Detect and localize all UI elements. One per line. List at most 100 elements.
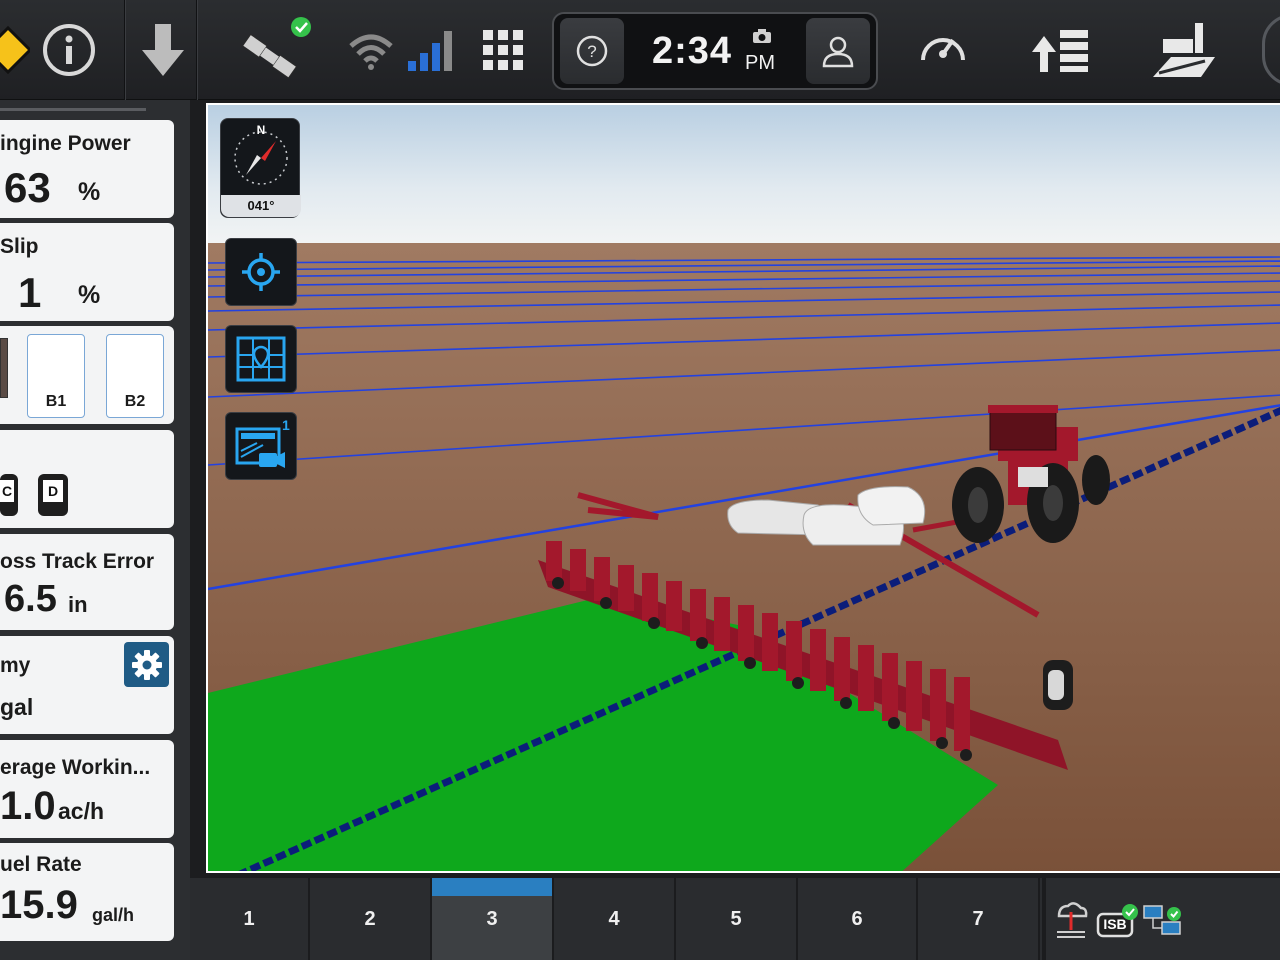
overflow-button[interactable] <box>1262 14 1280 86</box>
counter-c-icon[interactable]: C <box>0 474 18 516</box>
info-icon <box>43 24 95 76</box>
warning-button[interactable] <box>0 0 30 100</box>
top-bar: ? 2:34 PM <box>0 0 1280 100</box>
tab-page-3-label: 3 <box>486 907 498 930</box>
cell-signal-icon <box>408 31 452 71</box>
page-tab-bar: 1 2 3 4 5 6 7 ISB <box>190 878 1280 960</box>
engine-power-tile[interactable]: ingine Power 63 % <box>0 120 174 218</box>
slip-unit: % <box>78 281 101 309</box>
average-working-rate-tile[interactable]: erage Workin... 1.0 ac/h <box>0 740 174 838</box>
active-tab-indicator <box>432 878 552 896</box>
gps-status-button[interactable] <box>228 0 314 100</box>
engine-power-title: ingine Power <box>0 132 131 155</box>
fuel-rate-value: 15.9 <box>0 883 78 927</box>
tab-page-4[interactable]: 4 <box>554 878 676 960</box>
camera-icon[interactable] <box>752 28 772 44</box>
section-b2-button[interactable]: B2 <box>106 334 164 418</box>
economy-value: gal <box>0 694 34 720</box>
svg-text:?: ? <box>587 42 596 61</box>
compass-heading: 041° <box>221 195 301 217</box>
tab-page-2-label: 2 <box>364 907 376 930</box>
counter-c-label: C <box>0 480 14 502</box>
gauge-icon <box>921 38 965 61</box>
counter-tile: C D <box>0 430 174 528</box>
section-b2-label: B2 <box>124 393 146 410</box>
cross-track-value: 6.5 <box>4 578 57 620</box>
user-button[interactable] <box>806 18 870 84</box>
wifi-status[interactable] <box>344 0 398 100</box>
cross-track-error-tile[interactable]: oss Track Error 6.5 in <box>0 534 174 630</box>
warning-icon <box>0 25 30 75</box>
section-b1-button[interactable]: B1 <box>27 334 85 418</box>
camera-count: 1 <box>282 417 290 433</box>
isobus-button[interactable]: ISB <box>1096 902 1138 940</box>
slip-tile[interactable]: Slip 1 % <box>0 223 174 321</box>
user-icon <box>822 36 854 68</box>
clock-ampm: PM <box>745 52 775 74</box>
cell-signal-status[interactable] <box>404 0 458 100</box>
cross-track-unit: in <box>68 592 88 617</box>
field-map-icon <box>236 336 286 382</box>
help-icon: ? <box>576 35 608 67</box>
economy-tile[interactable]: my gal <box>0 636 174 734</box>
camera-view-icon <box>235 427 285 468</box>
priority-button[interactable] <box>1024 0 1096 100</box>
tab-page-1-label: 1 <box>243 907 255 930</box>
weather-station-button[interactable] <box>1054 900 1088 940</box>
field-scene <box>208 105 1280 871</box>
engine-power-value: 63 <box>4 164 51 211</box>
tab-page-6-label: 6 <box>851 907 863 930</box>
tab-page-7-label: 7 <box>972 907 984 930</box>
section-control-tile: B1 B2 <box>0 326 174 424</box>
section-a-button[interactable] <box>0 338 8 398</box>
satellite-gps-icon <box>241 17 311 79</box>
clock-time: 2:34 <box>652 30 733 72</box>
info-button[interactable] <box>36 0 102 100</box>
camera-view-button[interactable]: 1 <box>225 412 297 480</box>
recenter-button[interactable] <box>225 238 297 306</box>
engine-power-unit: % <box>78 178 101 206</box>
economy-settings-button[interactable] <box>124 642 169 687</box>
tab-page-2[interactable]: 2 <box>310 878 432 960</box>
app-grid-icon <box>483 30 523 70</box>
performance-button[interactable] <box>908 0 978 100</box>
compass-north-label: N <box>256 123 266 137</box>
fuel-rate-title: uel Rate <box>0 853 82 876</box>
tab-page-5[interactable]: 5 <box>676 878 798 960</box>
sky <box>208 105 1280 245</box>
section-b1-label: B1 <box>45 393 67 410</box>
apps-button[interactable] <box>476 0 530 100</box>
tab-page-5-label: 5 <box>730 907 742 930</box>
network-button[interactable] <box>1142 902 1184 940</box>
field-map-view[interactable] <box>206 103 1280 873</box>
panel-scroll-indicator <box>0 108 146 111</box>
tab-page-1[interactable]: 1 <box>190 878 310 960</box>
compass-widget[interactable]: N 041° <box>220 118 301 218</box>
app-screen: ? 2:34 PM ingine Power 63 % Slip 1 % B1 … <box>0 0 1280 960</box>
field-map-button[interactable] <box>225 325 297 393</box>
network-connection-icon <box>1143 905 1181 935</box>
counter-d-label: D <box>43 480 63 502</box>
fuel-rate-tile[interactable]: uel Rate 15.9 gal/h <box>0 843 174 941</box>
avg-working-value: 1.0 <box>0 784 56 828</box>
farm-field-icon <box>1153 23 1215 77</box>
download-arrow-icon <box>142 24 184 76</box>
counter-d-icon[interactable]: D <box>38 474 68 516</box>
cross-track-title: oss Track Error <box>0 550 155 573</box>
avg-working-unit: ac/h <box>58 798 105 824</box>
tab-page-3[interactable]: 3 <box>432 878 554 960</box>
wifi-icon <box>349 34 393 70</box>
tab-page-7[interactable]: 7 <box>918 878 1040 960</box>
help-button[interactable]: ? <box>560 18 624 84</box>
avg-working-title: erage Workin... <box>0 756 151 779</box>
isobus-label: ISB <box>1103 916 1127 932</box>
priority-list-icon <box>1032 30 1088 72</box>
crosshair-target-icon <box>242 253 280 291</box>
economy-title: my <box>0 654 31 677</box>
download-button[interactable] <box>132 0 194 100</box>
gear-icon <box>131 649 162 680</box>
weather-station-icon <box>1057 902 1088 938</box>
slip-value: 1 <box>18 269 42 316</box>
farm-button[interactable] <box>1144 0 1224 100</box>
tab-page-6[interactable]: 6 <box>798 878 918 960</box>
